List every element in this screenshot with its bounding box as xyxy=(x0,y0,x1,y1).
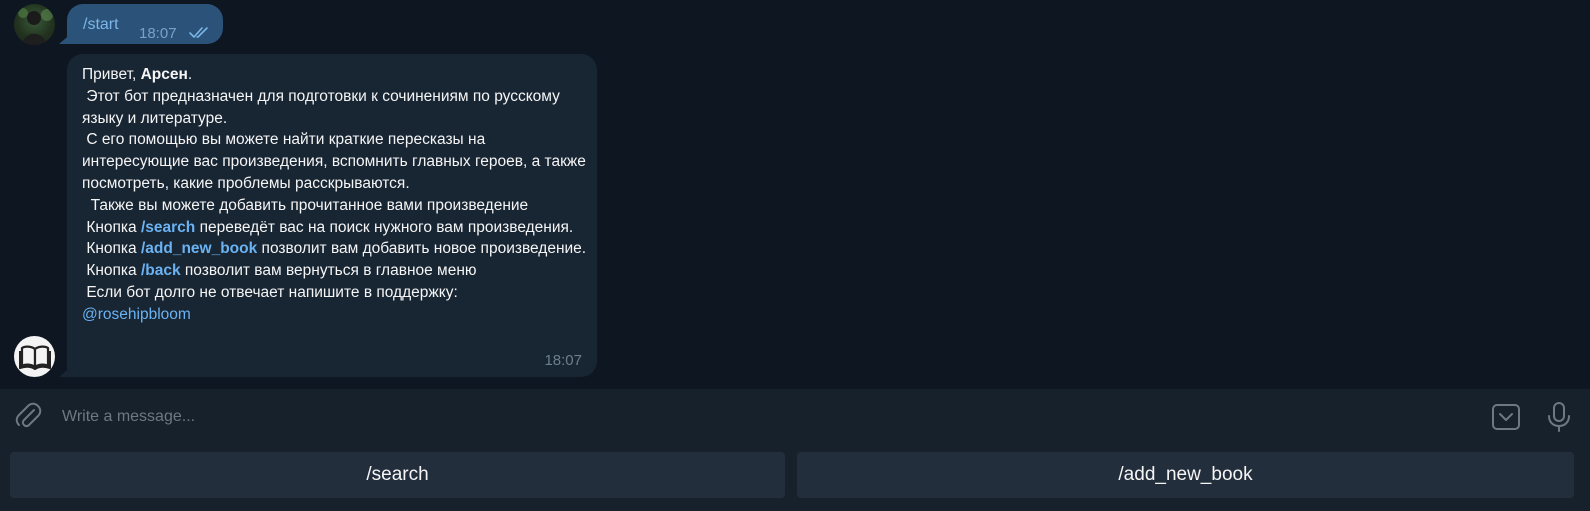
button-prefix: Кнопка xyxy=(82,262,141,280)
message-input[interactable] xyxy=(62,405,1442,429)
double-check-icon xyxy=(189,27,208,39)
chat-history: /start 18:07 Привет, Арсен. Этот бот пре… xyxy=(0,0,1590,389)
back-command-link[interactable]: /back xyxy=(141,262,181,279)
bot-reply-keyboard: /search /add_new_book xyxy=(0,445,1590,511)
search-description: переведёт вас на поиск нужного вам произ… xyxy=(195,218,574,236)
search-command-link[interactable]: /search xyxy=(141,219,195,236)
outgoing-message-time: 18:07 xyxy=(139,25,177,42)
book-icon xyxy=(18,345,51,370)
add-new-book-button[interactable]: /add_new_book xyxy=(797,452,1574,498)
intro-line: Этот бот предназначен для подготовки к с… xyxy=(82,87,565,127)
incoming-message-time: 18:07 xyxy=(544,352,582,369)
button-prefix: Кнопка xyxy=(82,218,141,236)
incoming-message[interactable]: Привет, Арсен. Этот бот предназначен для… xyxy=(59,54,597,377)
add-book-description: позволит вам добавить новое произведение… xyxy=(257,240,587,258)
microphone-icon[interactable] xyxy=(1545,401,1573,433)
support-mention-link[interactable]: @rosehipbloom xyxy=(82,306,191,323)
greeting-end: . xyxy=(187,66,193,83)
user-avatar[interactable] xyxy=(14,4,55,45)
outgoing-message-text[interactable]: /start xyxy=(83,16,119,34)
bubble-tail xyxy=(59,32,73,44)
back-description: позволит вам вернуться в главное меню xyxy=(180,262,477,280)
outgoing-message[interactable]: /start 18:07 xyxy=(59,4,223,44)
greeting-text: Привет, xyxy=(82,66,141,83)
incoming-message-text: Привет, Арсен. Этот бот предназначен для… xyxy=(82,64,587,326)
bot-avatar[interactable] xyxy=(14,336,55,377)
bubble-tail xyxy=(59,365,73,377)
add-info-line: Также вы можете добавить прочитанное вам… xyxy=(82,196,529,214)
features-line: С его помощью вы можете найти краткие пе… xyxy=(82,131,591,192)
keyboard-toggle-icon[interactable] xyxy=(1491,402,1521,432)
support-line: Если бот долго не отвечает напишите в по… xyxy=(82,283,458,301)
add-book-command-link[interactable]: /add_new_book xyxy=(141,240,257,257)
user-name: Арсен xyxy=(140,66,188,83)
paperclip-icon[interactable] xyxy=(13,401,43,431)
button-prefix: Кнопка xyxy=(82,240,141,258)
message-composer xyxy=(0,389,1590,445)
search-button[interactable]: /search xyxy=(10,452,785,498)
